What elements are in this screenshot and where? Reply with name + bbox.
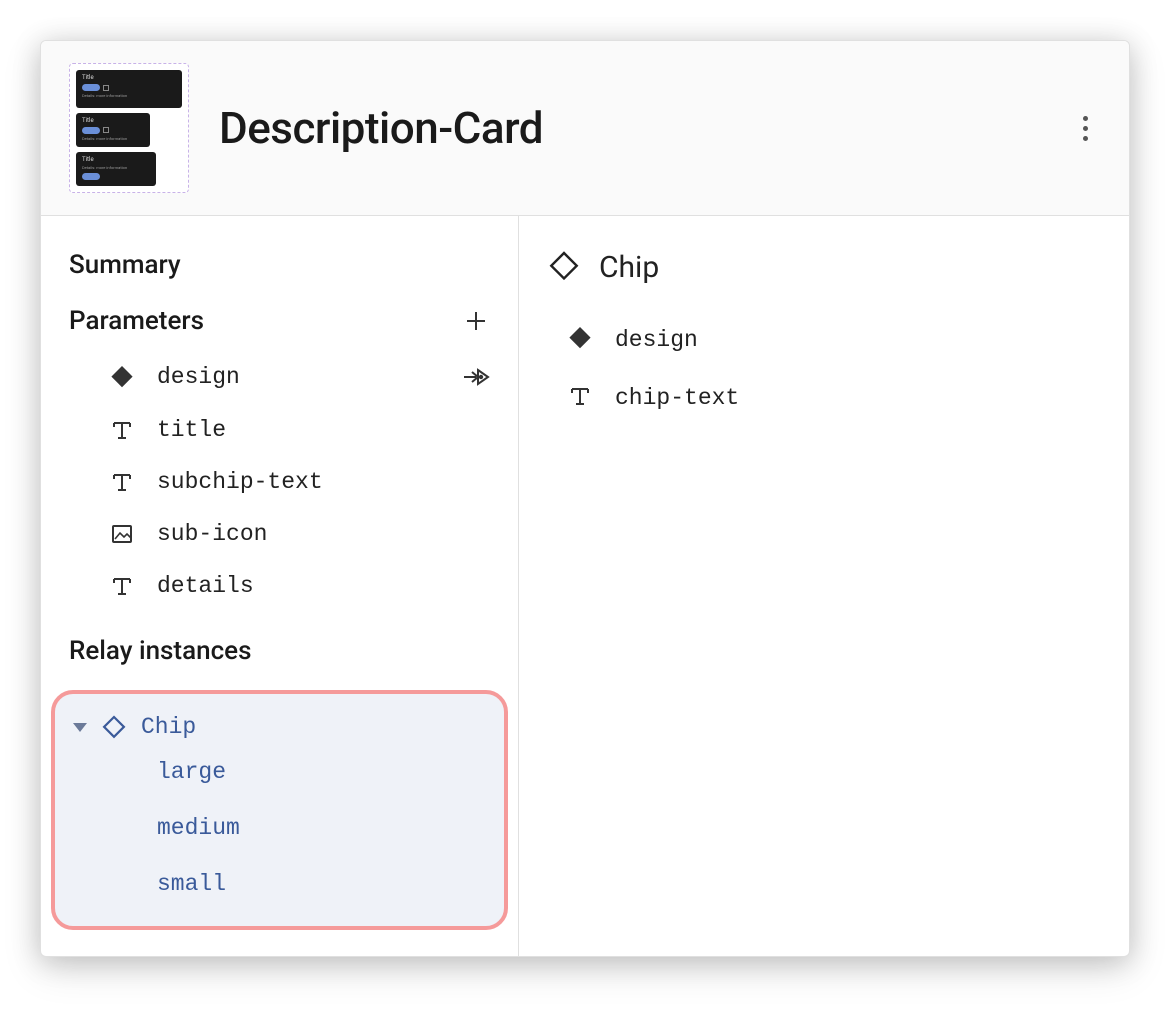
diamond-filled-icon — [569, 327, 591, 353]
detail-list: design chip-text — [549, 311, 1099, 427]
parameter-item[interactable]: subchip-text — [69, 456, 490, 508]
more-options-button[interactable] — [1069, 108, 1101, 148]
text-icon — [109, 573, 135, 599]
right-pane: Chip design chip-text — [519, 216, 1129, 956]
plus-icon — [464, 309, 488, 333]
panel-body: Summary Parameters design — [41, 216, 1129, 956]
diamond-outline-icon — [101, 714, 127, 740]
parameter-label: details — [157, 573, 490, 599]
parameter-item[interactable]: sub-icon — [69, 508, 490, 560]
diamond-outline-icon — [549, 251, 579, 285]
component-thumbnail: Title Details: more information Title De… — [69, 63, 189, 193]
detail-item[interactable]: design — [569, 311, 1099, 369]
parameter-item[interactable]: title — [69, 404, 490, 456]
parameters-list: design title — [41, 350, 518, 630]
relay-instance-item[interactable]: Chip — [69, 710, 490, 744]
detail-title: Chip — [599, 250, 659, 285]
relay-children-list: large medium small — [69, 744, 490, 912]
image-icon — [109, 521, 135, 547]
panel-header: Title Details: more information Title De… — [41, 41, 1129, 216]
map-parameter-button[interactable] — [462, 363, 490, 391]
relay-child-item[interactable]: large — [157, 744, 490, 800]
add-parameter-button[interactable] — [462, 307, 490, 335]
chevron-down-icon — [73, 723, 87, 732]
relay-instance-label: Chip — [141, 714, 196, 740]
detail-label: chip-text — [615, 385, 739, 411]
diamond-filled-icon — [109, 364, 135, 390]
component-panel: Title Details: more information Title De… — [40, 40, 1130, 957]
parameter-label: title — [157, 417, 490, 443]
detail-header: Chip — [549, 244, 1099, 311]
summary-heading[interactable]: Summary — [41, 244, 518, 298]
relay-instances-heading: Relay instances — [41, 630, 518, 684]
text-icon — [569, 385, 591, 411]
parameter-item[interactable]: design — [69, 350, 490, 404]
text-icon — [109, 417, 135, 443]
parameter-item[interactable]: details — [69, 560, 490, 612]
parameter-label: sub-icon — [157, 521, 490, 547]
text-icon — [109, 469, 135, 495]
relay-instance-highlight: Chip large medium small — [51, 690, 508, 930]
left-pane: Summary Parameters design — [41, 216, 519, 956]
detail-label: design — [615, 327, 698, 353]
parameter-label: design — [157, 364, 440, 390]
relay-child-item[interactable]: medium — [157, 800, 490, 856]
parameters-header-row: Parameters — [41, 298, 518, 350]
component-title: Description-Card — [219, 102, 1069, 154]
parameters-heading: Parameters — [69, 306, 462, 336]
detail-item[interactable]: chip-text — [569, 369, 1099, 427]
parameter-label: subchip-text — [157, 469, 490, 495]
relay-child-item[interactable]: small — [157, 856, 490, 912]
map-arrow-icon — [462, 363, 490, 391]
